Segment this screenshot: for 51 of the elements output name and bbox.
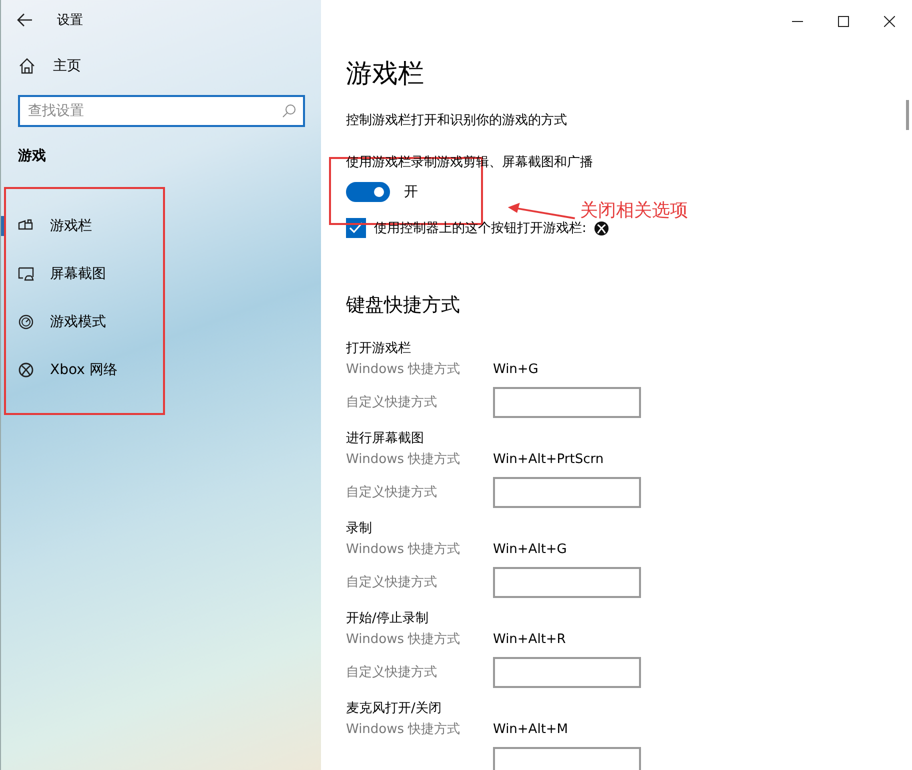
shortcut-value: Win+G [493, 362, 540, 376]
xbox-icon [18, 362, 34, 378]
shortcut-label: 自定义快捷方式 [346, 394, 438, 411]
annotation-text: 关闭相关选项 [580, 199, 688, 222]
shortcut-name: 开始/停止录制 [346, 610, 430, 627]
shortcut-field[interactable] [493, 566, 641, 598]
page-description: 控制游戏栏打开和识别你的游戏的方式 [346, 112, 567, 129]
gauge-icon [18, 314, 34, 330]
sidebar-item[interactable]: 游戏模式 [1, 298, 321, 346]
shortcut-label: Windows 快捷方式 [346, 361, 462, 378]
xbox-icon [594, 220, 610, 236]
scrollbar[interactable] [906, 100, 909, 130]
page-title: 游戏栏 [346, 58, 425, 91]
search-icon[interactable] [282, 104, 296, 118]
shortcut-value: Win+Alt+G [493, 542, 568, 556]
shortcut-name: 麦克风打开/关闭 [346, 700, 442, 717]
shortcut-label: Windows 快捷方式 [346, 451, 462, 468]
shortcut-label: Windows 快捷方式 [346, 721, 462, 738]
shortcut-field[interactable] [493, 386, 641, 418]
checkbox-label: 使用控制器上的这个按钮打开游戏栏: [374, 220, 586, 237]
toggle-state: 开 [404, 183, 418, 201]
shortcut-value: Win+Alt+M [493, 722, 570, 736]
shortcut-field[interactable] [493, 656, 641, 688]
shortcut-name: 进行屏幕截图 [346, 430, 425, 447]
toggle-switch[interactable] [346, 182, 390, 202]
shortcut-name: 录制 [346, 520, 373, 537]
section-heading: 游戏 [18, 147, 47, 165]
shortcut-value: Win+Alt+PrtScrn [493, 452, 605, 466]
shortcut-value: Win+Alt+R [493, 632, 567, 646]
home-link[interactable]: 主页 [53, 57, 81, 75]
shortcut-field[interactable] [493, 746, 641, 770]
shortcut-label: Windows 快捷方式 [346, 631, 462, 648]
sidebar-item[interactable]: Xbox 网络 [1, 346, 321, 394]
check-icon [349, 222, 363, 234]
close-icon[interactable] [884, 16, 894, 26]
sidebar-item[interactable]: 屏幕截图 [1, 250, 321, 298]
back-icon[interactable] [17, 12, 33, 28]
shortcut-label: Windows 快捷方式 [346, 541, 462, 558]
screenshot-icon [18, 266, 34, 282]
section-heading: 键盘快捷方式 [346, 293, 461, 318]
shortcut-field[interactable] [493, 476, 641, 508]
window-title: 设置 [57, 12, 83, 29]
search-field[interactable]: 查找设置 [18, 95, 305, 127]
shortcut-label: 自定义快捷方式 [346, 574, 438, 591]
checkbox[interactable] [346, 218, 366, 238]
sidebar-item[interactable]: 游戏栏 [1, 202, 321, 250]
shortcut-label: 自定义快捷方式 [346, 664, 438, 681]
maximize-icon[interactable] [838, 16, 848, 26]
shortcut-name: 打开游戏栏 [346, 340, 412, 357]
shortcut-label: 自定义快捷方式 [346, 484, 438, 501]
home-icon[interactable] [19, 58, 35, 74]
